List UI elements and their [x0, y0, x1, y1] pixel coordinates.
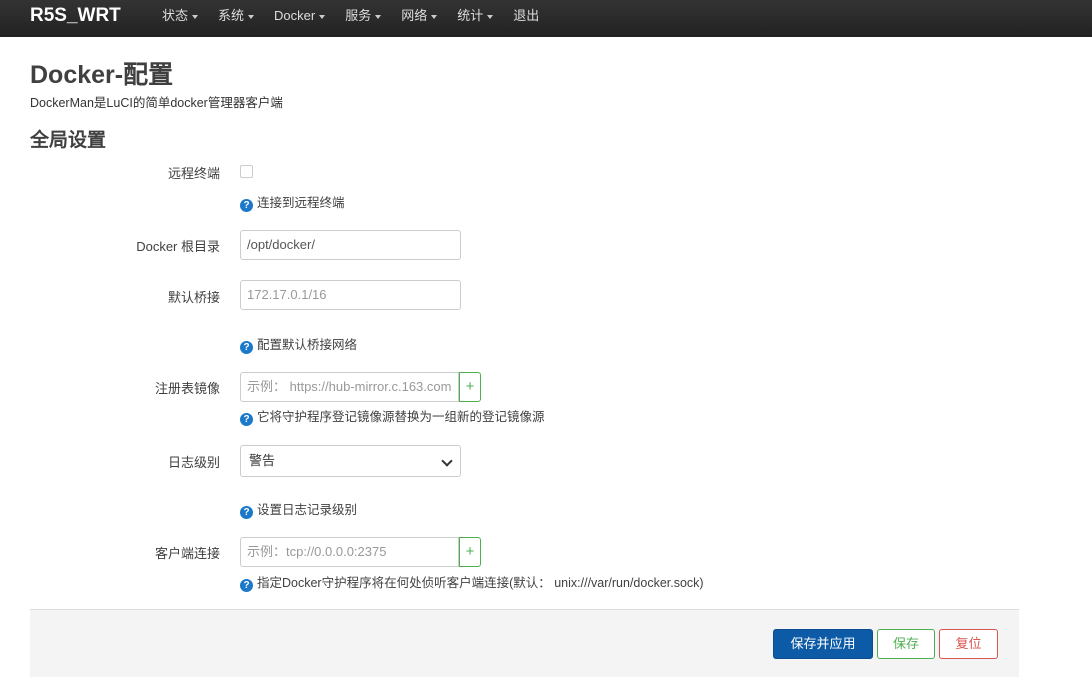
reset-button[interactable]: 复位 [939, 629, 998, 659]
log-level-select[interactable]: 警告 [240, 445, 461, 477]
caret-down-icon [375, 14, 382, 19]
nav-status[interactable]: 状态 [152, 0, 208, 37]
remote-terminal-help: ? 连接到远程终端 [240, 192, 345, 212]
main-menu: 状态 系统 Docker 服务 网络 统计 退出 [152, 0, 549, 37]
default-bridge-help-text: 配置默认桥接网络 [257, 338, 358, 352]
caret-down-icon [319, 14, 326, 19]
client-connection-label: 客户端连接 [154, 546, 220, 561]
section-title: 全局设置 [30, 130, 107, 151]
docker-root-label: Docker 根目录 [136, 239, 220, 254]
nav-docker[interactable]: Docker [264, 0, 335, 37]
brand-logo[interactable]: R5S_WRT [30, 5, 121, 27]
client-connection-help-text: 指定Docker守护程序将在何处侦听客户端连接(默认： unix:///var/… [257, 576, 704, 590]
nav-logout[interactable]: 退出 [503, 0, 549, 37]
nav-network[interactable]: 网络 [391, 0, 447, 37]
question-circle-icon: ? [240, 413, 253, 426]
registry-mirror-add-button[interactable]: + [459, 372, 481, 402]
log-level-help-text: 设置日志记录级别 [257, 503, 358, 517]
nav-docker-label: Docker [274, 8, 316, 23]
caret-down-icon [487, 14, 494, 19]
default-bridge-input[interactable]: 172.17.0.1/16 [240, 280, 461, 310]
nav-statistics[interactable]: 统计 [447, 0, 503, 37]
nav-statistics-label: 统计 [457, 8, 484, 23]
client-connection-input[interactable]: 示例：tcp://0.0.0.0:2375 [240, 537, 459, 567]
form-actions-bar: 保存并应用 保存 复位 [30, 609, 1019, 677]
client-connection-help: ? 指定Docker守护程序将在何处侦听客户端连接(默认： unix:///var… [240, 572, 704, 592]
page-description: DockerMan是LuCI的简单docker管理器客户端 [30, 96, 283, 110]
question-circle-icon: ? [240, 199, 253, 212]
save-apply-button[interactable]: 保存并应用 [773, 629, 873, 659]
remote-terminal-checkbox[interactable] [240, 165, 253, 178]
nav-network-label: 网络 [401, 8, 428, 23]
nav-system[interactable]: 系统 [208, 0, 264, 37]
registry-mirror-input[interactable]: 示例： https://hub-mirror.c.163.com [240, 372, 459, 402]
caret-down-icon [248, 14, 255, 19]
chevron-down-icon [441, 455, 453, 467]
nav-system-label: 系统 [218, 8, 245, 23]
nav-logout-label: 退出 [513, 8, 540, 23]
log-level-selected: 警告 [249, 453, 276, 468]
registry-mirror-label: 注册表镜像 [154, 381, 220, 396]
registry-mirror-help-text: 它将守护程序登记镜像源替换为一组新的登记镜像源 [257, 410, 545, 424]
top-navbar: R5S_WRT 状态 系统 Docker 服务 网络 统计 退出 [0, 0, 1092, 37]
log-level-help: ? 设置日志记录级别 [240, 499, 357, 519]
caret-down-icon [192, 14, 199, 19]
remote-terminal-label: 远程终端 [167, 166, 220, 181]
question-circle-icon: ? [240, 341, 253, 354]
caret-down-icon [431, 14, 438, 19]
remote-terminal-help-text: 连接到远程终端 [257, 196, 345, 210]
default-bridge-help: ? 配置默认桥接网络 [240, 334, 357, 354]
page-title: Docker-配置 [30, 61, 174, 89]
nav-services[interactable]: 服务 [335, 0, 391, 37]
registry-mirror-help: ? 它将守护程序登记镜像源替换为一组新的登记镜像源 [240, 406, 545, 426]
log-level-label: 日志级别 [167, 455, 220, 470]
question-circle-icon: ? [240, 506, 253, 519]
default-bridge-label: 默认桥接 [167, 290, 220, 305]
client-connection-add-button[interactable]: + [459, 537, 481, 567]
save-button[interactable]: 保存 [877, 629, 935, 659]
nav-services-label: 服务 [345, 8, 372, 23]
question-circle-icon: ? [240, 579, 253, 592]
nav-status-label: 状态 [162, 8, 189, 23]
docker-root-input[interactable]: /opt/docker/ [240, 230, 461, 260]
